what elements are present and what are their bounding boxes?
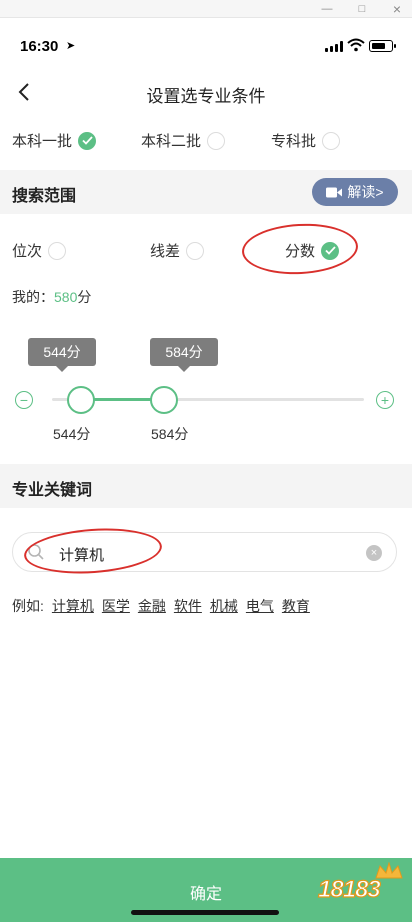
cellular-signal-icon — [325, 41, 343, 52]
radio-icon — [48, 241, 67, 260]
maximize-button[interactable]: □ — [347, 0, 377, 18]
close-button[interactable]: × — [382, 0, 412, 18]
batch-option-label: 本科一批 — [12, 133, 73, 150]
batch-option-2[interactable]: 本科二批 — [141, 130, 226, 151]
batch-option-label: 专科批 — [271, 133, 317, 150]
batch-option-label: 本科二批 — [141, 133, 202, 150]
range-option-label: 线差 — [150, 243, 181, 260]
high-value-tooltip: 584分 — [150, 338, 218, 372]
status-time: 16:30 — [20, 38, 59, 55]
battery-level — [371, 42, 385, 49]
page-title: 设置选专业条件 — [146, 87, 266, 106]
slider-handle-high[interactable] — [150, 386, 178, 414]
radio-icon — [186, 241, 205, 260]
checkmark-icon — [78, 131, 97, 150]
my-score-prefix: 我的： — [12, 289, 54, 305]
home-indicator — [131, 910, 279, 915]
example-link[interactable]: 软件 — [174, 596, 202, 616]
watermark-text: 18183 — [317, 875, 381, 903]
section-title: 专业关键词 — [12, 482, 93, 499]
keyword-header: 专业关键词 — [0, 464, 412, 508]
radio-icon — [322, 131, 341, 150]
slider-handle-low[interactable] — [67, 386, 95, 414]
window-titlebar: — □ × — [0, 0, 412, 18]
wifi-icon — [347, 38, 365, 52]
slider-high-label: 584分 — [151, 426, 189, 442]
increase-button[interactable]: + — [376, 391, 394, 409]
example-link[interactable]: 计算机 — [52, 596, 94, 616]
my-score-value: 580 — [54, 289, 78, 305]
decrease-button[interactable]: − — [15, 391, 33, 409]
example-link[interactable]: 电气 — [246, 596, 274, 616]
my-score: 我的：580分 — [12, 287, 91, 307]
nav-bar: 设置选专业条件 — [0, 64, 412, 120]
keyword-examples: 例如: 计算机 医学 金融 软件 机械 电气 教育 — [12, 596, 310, 616]
search-range-header: 搜索范围 解读> — [0, 170, 412, 214]
example-link[interactable]: 医学 — [102, 596, 130, 616]
minimize-button[interactable]: — — [312, 0, 342, 18]
range-option-diff[interactable]: 线差 — [150, 240, 205, 261]
explain-label: 解读> — [347, 184, 384, 200]
range-option-rank[interactable]: 位次 — [12, 240, 67, 261]
example-link[interactable]: 金融 — [138, 596, 166, 616]
clear-icon[interactable]: × — [366, 545, 382, 561]
watermark-logo: 18183 — [312, 862, 408, 914]
examples-prefix: 例如: — [12, 598, 44, 614]
video-camera-icon — [326, 187, 343, 197]
battery-icon — [369, 40, 396, 52]
status-bar: 16:30 ➤ — [0, 18, 412, 64]
explain-button[interactable]: 解读> — [312, 178, 398, 206]
radio-icon — [207, 131, 226, 150]
batch-options: 本科一批 本科二批 专科批 — [0, 122, 412, 160]
batch-option-3[interactable]: 专科批 — [271, 130, 341, 151]
slider-low-label: 544分 — [53, 426, 91, 442]
example-link[interactable]: 机械 — [210, 596, 238, 616]
example-link[interactable]: 教育 — [282, 596, 310, 616]
annotation-circle — [240, 220, 360, 278]
batch-option-1[interactable]: 本科一批 — [12, 130, 97, 151]
range-option-label: 位次 — [12, 243, 43, 260]
low-value-tooltip: 544分 — [28, 338, 96, 372]
section-title: 搜索范围 — [12, 188, 77, 205]
location-arrow-icon: ➤ — [66, 40, 76, 52]
my-score-unit: 分 — [77, 289, 92, 305]
